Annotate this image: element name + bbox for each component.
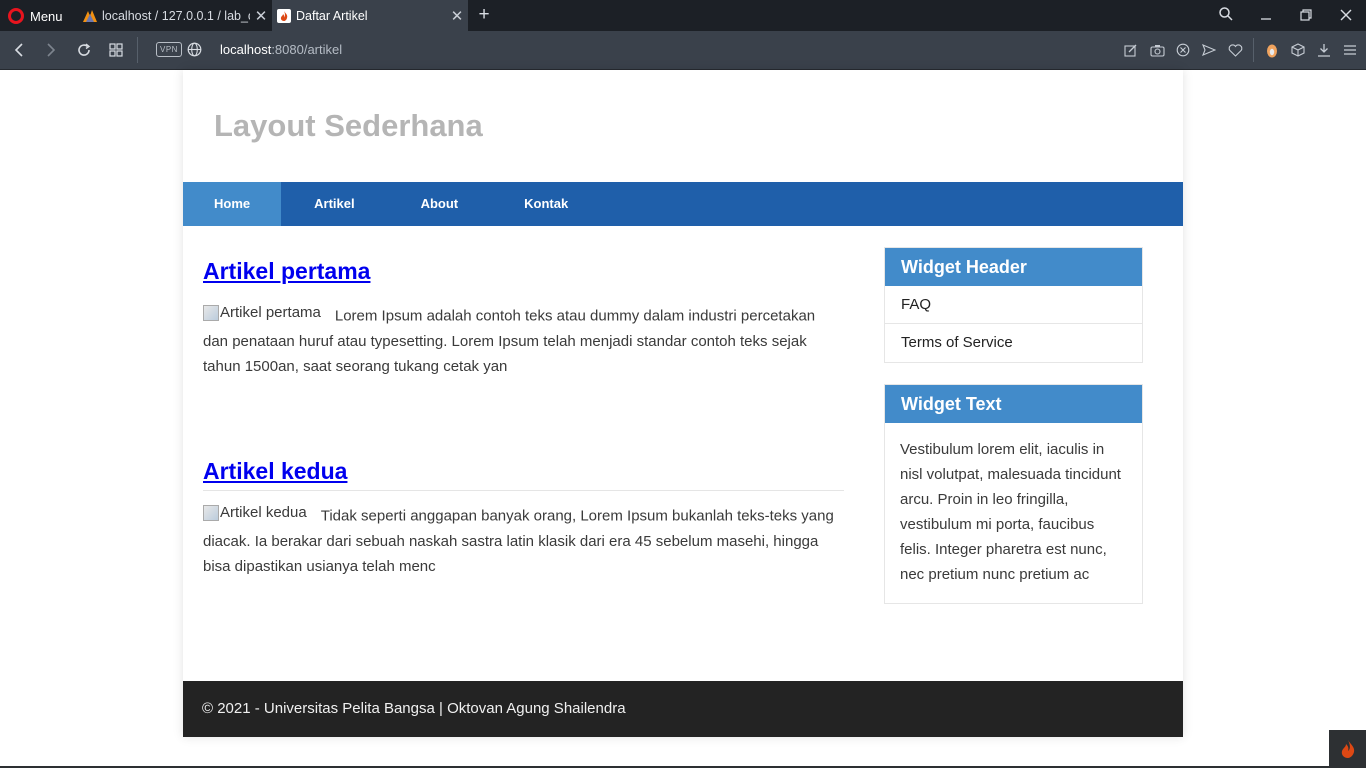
widget-link-faq[interactable]: FAQ <box>885 286 1142 324</box>
download-icon[interactable] <box>1316 42 1332 58</box>
article-title-link[interactable]: Artikel pertama <box>203 258 370 284</box>
tab-title: Daftar Artikel <box>296 8 368 23</box>
opera-menu-button[interactable]: Menu <box>8 7 63 25</box>
browser-tab-bar: Menu localhost / 127.0.0.1 / lab_c ✕ Daf… <box>0 0 1366 31</box>
widget-link-list: FAQ Terms of Service <box>885 286 1142 362</box>
article-title-link[interactable]: Artikel kedua <box>203 458 347 484</box>
menu-label: Menu <box>30 8 63 24</box>
tab-close-icon[interactable]: ✕ <box>250 7 272 25</box>
toolbar-right-icons <box>1123 38 1358 62</box>
article-excerpt: Artikel kedua Tidak seperti anggapan bany… <box>203 500 844 579</box>
easy-setup-icon[interactable] <box>1342 42 1358 58</box>
nav-item-artikel[interactable]: Artikel <box>281 182 387 226</box>
codeigniter-favicon-icon <box>276 8 292 24</box>
url-path: :8080/artikel <box>271 42 343 57</box>
nav-item-kontak[interactable]: Kontak <box>491 182 601 226</box>
article-image-alt: Artikel kedua <box>220 504 307 521</box>
tab-daftar-artikel[interactable]: Daftar Artikel ✕ <box>272 0 468 31</box>
nav-item-about[interactable]: About <box>388 182 492 226</box>
heart-icon[interactable] <box>1227 42 1243 58</box>
block-ads-icon[interactable] <box>1175 42 1191 58</box>
edit-icon[interactable] <box>1123 42 1139 58</box>
forward-icon[interactable] <box>41 40 61 60</box>
nav-item-home[interactable]: Home <box>183 182 282 226</box>
article-image: Artikel pertama <box>203 300 321 325</box>
widget-header-box: Widget Header FAQ Terms of Service <box>884 247 1143 363</box>
main-navigation: Home Artikel About Kontak <box>183 182 1183 226</box>
broken-image-icon <box>203 304 219 321</box>
article-excerpt: Artikel pertama Lorem Ipsum adalah contoh… <box>203 300 844 379</box>
article-image-alt: Artikel pertama <box>220 304 321 321</box>
toolbar-divider <box>137 37 138 63</box>
vpn-badge[interactable]: VPN <box>156 42 182 57</box>
close-window-icon[interactable] <box>1326 8 1366 24</box>
reload-icon[interactable] <box>74 40 94 60</box>
phpmyadmin-favicon-icon <box>82 8 98 24</box>
web-page: Layout Sederhana Home Artikel About Kont… <box>0 70 1366 768</box>
article-item: Artikel kedua Artikel kedua Tidak seperti… <box>203 426 844 691</box>
widget-title: Widget Header <box>885 248 1142 286</box>
extension-icon[interactable] <box>1264 42 1280 58</box>
cube-extension-icon[interactable] <box>1290 42 1306 58</box>
new-tab-button[interactable]: + <box>474 4 494 26</box>
minimize-icon[interactable] <box>1246 8 1286 24</box>
widget-body-text: Vestibulum lorem elit, iaculis in nisl v… <box>900 441 1121 583</box>
toolbar-divider <box>1253 38 1254 62</box>
search-tabs-icon[interactable] <box>1206 7 1246 24</box>
widget-text-box: Widget Text Vestibulum lorem elit, iacul… <box>884 384 1143 604</box>
article-image: Artikel kedua <box>203 500 307 525</box>
speed-dial-icon[interactable] <box>106 40 126 60</box>
site-header: Layout Sederhana <box>183 70 1183 182</box>
address-bar: VPN localhost:8080/artikel <box>0 31 1366 70</box>
broken-image-icon <box>203 504 219 521</box>
restore-icon[interactable] <box>1286 8 1326 24</box>
opera-logo-icon <box>8 8 24 24</box>
window-controls <box>1206 0 1366 31</box>
widget-link-terms[interactable]: Terms of Service <box>885 324 1142 362</box>
send-icon[interactable] <box>1201 42 1217 58</box>
article-title: Artikel kedua <box>203 458 347 485</box>
snapshot-icon[interactable] <box>1149 42 1165 58</box>
tab-close-icon[interactable]: ✕ <box>446 7 468 25</box>
site-footer: © 2021 - Universitas Pelita Bangsa | Okt… <box>183 681 1183 737</box>
globe-icon[interactable] <box>187 42 202 62</box>
url-field[interactable]: localhost:8080/artikel <box>220 42 342 57</box>
article-title: Artikel pertama <box>203 258 370 285</box>
site-title: Layout Sederhana <box>214 108 483 143</box>
debug-toolbar-button[interactable] <box>1329 730 1366 768</box>
back-icon[interactable] <box>9 40 29 60</box>
tab-phpmyadmin[interactable]: localhost / 127.0.0.1 / lab_c ✕ <box>78 0 272 31</box>
page-container: Layout Sederhana Home Artikel About Kont… <box>183 70 1183 737</box>
widget-title: Widget Text <box>885 385 1142 423</box>
codeigniter-flame-icon <box>1341 740 1354 758</box>
url-host: localhost <box>220 42 272 57</box>
tab-title: localhost / 127.0.0.1 / lab_c <box>102 8 250 23</box>
